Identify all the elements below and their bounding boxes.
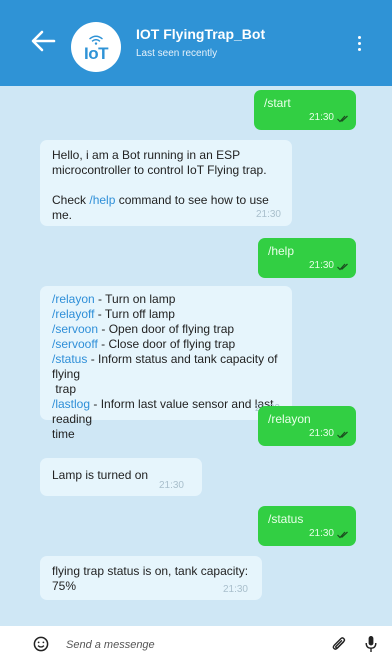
message-line-blank [52,178,280,193]
chat-status: Last seen recently [136,48,218,59]
command-line: /servoon - Open door of flying trap [52,322,235,336]
double-check-icon [337,115,348,123]
smile-icon[interactable] [33,636,49,652]
outgoing-message[interactable]: /help 21:30 [258,238,356,278]
paperclip-icon[interactable] [331,636,347,652]
outgoing-message[interactable]: /status 21:30 [258,506,356,546]
avatar-label: IoT [84,43,109,63]
command-line: /status - Inform status and tank capacit… [52,352,278,381]
double-check-icon [337,263,348,271]
command-line: time [52,427,75,441]
message-time: 21:30 [255,209,281,220]
outgoing-message[interactable]: /relayon 21:30 [258,406,356,446]
relayoff-command-link[interactable]: /relayoff [52,307,94,321]
message-time: 21:30 [308,112,334,123]
servooff-command-link[interactable]: /servooff [52,337,98,351]
message-text: /relayon [268,412,311,426]
command-line: /relayon - Turn on lamp [52,292,176,306]
chat-title: IOT FlyingTrap_Bot [136,26,266,42]
message-time: 21:30 [308,428,334,439]
help-command-link[interactable]: /help [89,193,115,207]
status-command-link[interactable]: /status [52,352,87,366]
microphone-icon[interactable] [365,635,377,653]
message-line: microcontroller to control IoT Flying tr… [52,163,267,177]
double-check-icon [337,431,348,439]
command-line: /lastlog - Inform last value sensor and … [52,397,274,426]
message-composer [0,626,392,662]
message-text: /status [268,512,304,526]
message-text: /start [264,96,291,110]
command-line: /servooff - Close door of flying trap [52,337,236,351]
servoon-command-link[interactable]: /servoon [52,322,98,336]
message-list[interactable]: /start 21:30 Hello, i am a Bot running i… [0,86,392,626]
chat-header: IoT IOT FlyingTrap_Bot Last seen recentl… [0,0,392,86]
relayon-command-link[interactable]: /relayon [52,292,95,306]
bot-avatar[interactable]: IoT [71,22,121,72]
double-check-icon [337,531,348,539]
message-time: 21:30 [222,584,248,595]
message-input[interactable] [66,636,306,654]
message-text: /help [268,244,295,258]
incoming-message[interactable]: /relayon - Turn on lamp /relayoff - Turn… [40,286,292,441]
incoming-message[interactable]: Lamp is turned on 21:30 [40,458,202,496]
outgoing-message[interactable]: /start 21:30 [254,90,356,130]
wifi-icon [89,35,103,45]
command-line: trap [52,382,77,396]
message-time: 21:30 [308,528,334,539]
message-time: 21:30 [308,260,334,271]
chat-title-block[interactable]: IOT FlyingTrap_Bot Last seen recently [136,26,265,59]
incoming-message[interactable]: Hello, i am a Bot running in an ESP micr… [40,140,292,226]
message-text: Lamp is turned on [52,468,149,482]
message-time: 21:30 [158,480,184,491]
message-line: Hello, i am a Bot running in an ESP [52,148,241,162]
more-vertical-icon[interactable] [356,36,362,54]
lastlog-command-link[interactable]: /lastlog [52,397,90,411]
back-arrow-icon[interactable] [30,29,56,53]
message-line: Check /help command to see how to use me… [52,193,269,222]
incoming-message[interactable]: flying trap status is on, tank capacity:… [40,556,262,600]
command-line: /relayoff - Turn off lamp [52,307,175,321]
message-text: flying trap status is on, tank capacity:… [52,564,249,593]
